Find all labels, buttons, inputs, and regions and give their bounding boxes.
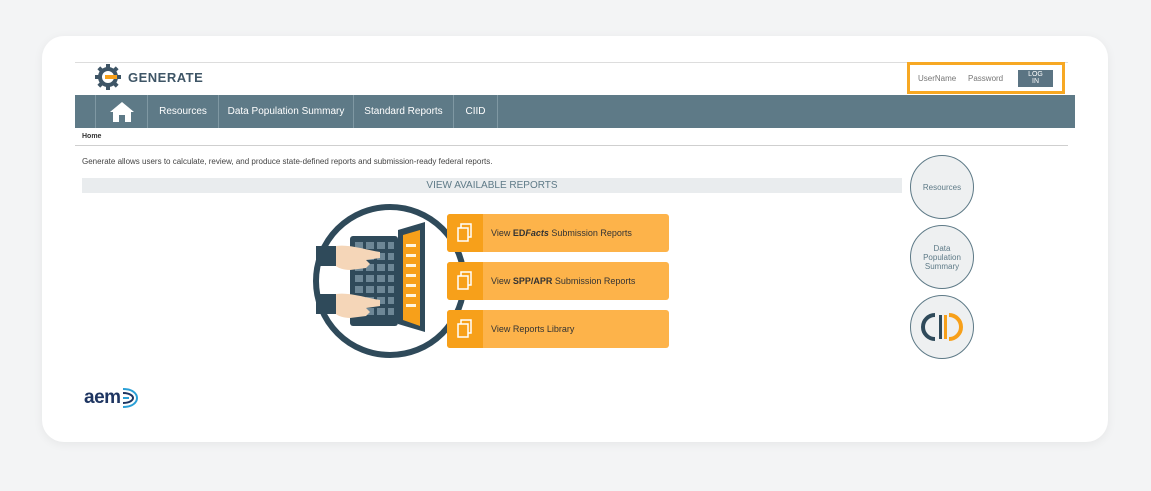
resources-circle-label: Resources [922, 182, 962, 192]
spp-apr-button-label: View SPP/APR Submission Reports [491, 276, 636, 286]
aem-logo[interactable]: aem [84, 385, 141, 411]
intro-text: Generate allows users to calculate, revi… [82, 157, 493, 166]
view-reports-heading: VIEW AVAILABLE REPORTS [82, 178, 902, 193]
password-input[interactable] [968, 73, 1012, 83]
app-name: GENERATE [128, 69, 204, 85]
login-box: LOG IN [907, 62, 1065, 94]
ciid-logo-icon [921, 313, 963, 341]
data-population-summary-circle-label: Data Population Summary [923, 243, 961, 271]
document-icon [447, 214, 483, 252]
view-spp-apr-reports-button[interactable]: View SPP/APR Submission Reports [447, 262, 669, 300]
nav-item-standard-reports[interactable]: Standard Reports [354, 95, 454, 128]
view-edfacts-reports-button[interactable]: View EDFacts Submission Reports [447, 214, 669, 252]
home-icon [109, 101, 134, 122]
aem-logo-text: aem [84, 387, 121, 408]
document-icon [447, 262, 483, 300]
nav-item-resources[interactable]: Resources [148, 95, 219, 128]
laptop-hands-illustration [313, 204, 467, 358]
view-reports-library-button[interactable]: View Reports Library [447, 310, 669, 348]
nav-home[interactable] [96, 95, 148, 128]
reports-library-button-label: View Reports Library [491, 324, 575, 334]
aem-waves-icon [122, 388, 138, 408]
breadcrumb-home[interactable]: Home [82, 133, 101, 140]
data-population-summary-circle-button[interactable]: Data Population Summary [910, 225, 974, 289]
nav-spacer [75, 95, 96, 128]
login-button[interactable]: LOG IN [1018, 69, 1053, 87]
edfacts-button-label: View EDFacts Submission Reports [491, 228, 632, 238]
gear-icon [95, 64, 121, 90]
nav-item-data-population-summary[interactable]: Data Population Summary [219, 95, 354, 128]
resources-circle-button[interactable]: Resources [910, 155, 974, 219]
main-nav: Resources Data Population Summary Standa… [75, 95, 1075, 128]
username-input[interactable] [918, 73, 962, 83]
ciid-circle-button[interactable] [910, 295, 974, 359]
generate-logo[interactable]: GENERATE [94, 64, 203, 90]
document-icon [447, 310, 483, 348]
breadcrumb-divider [75, 145, 1068, 146]
nav-item-ciid[interactable]: CIID [454, 95, 498, 128]
